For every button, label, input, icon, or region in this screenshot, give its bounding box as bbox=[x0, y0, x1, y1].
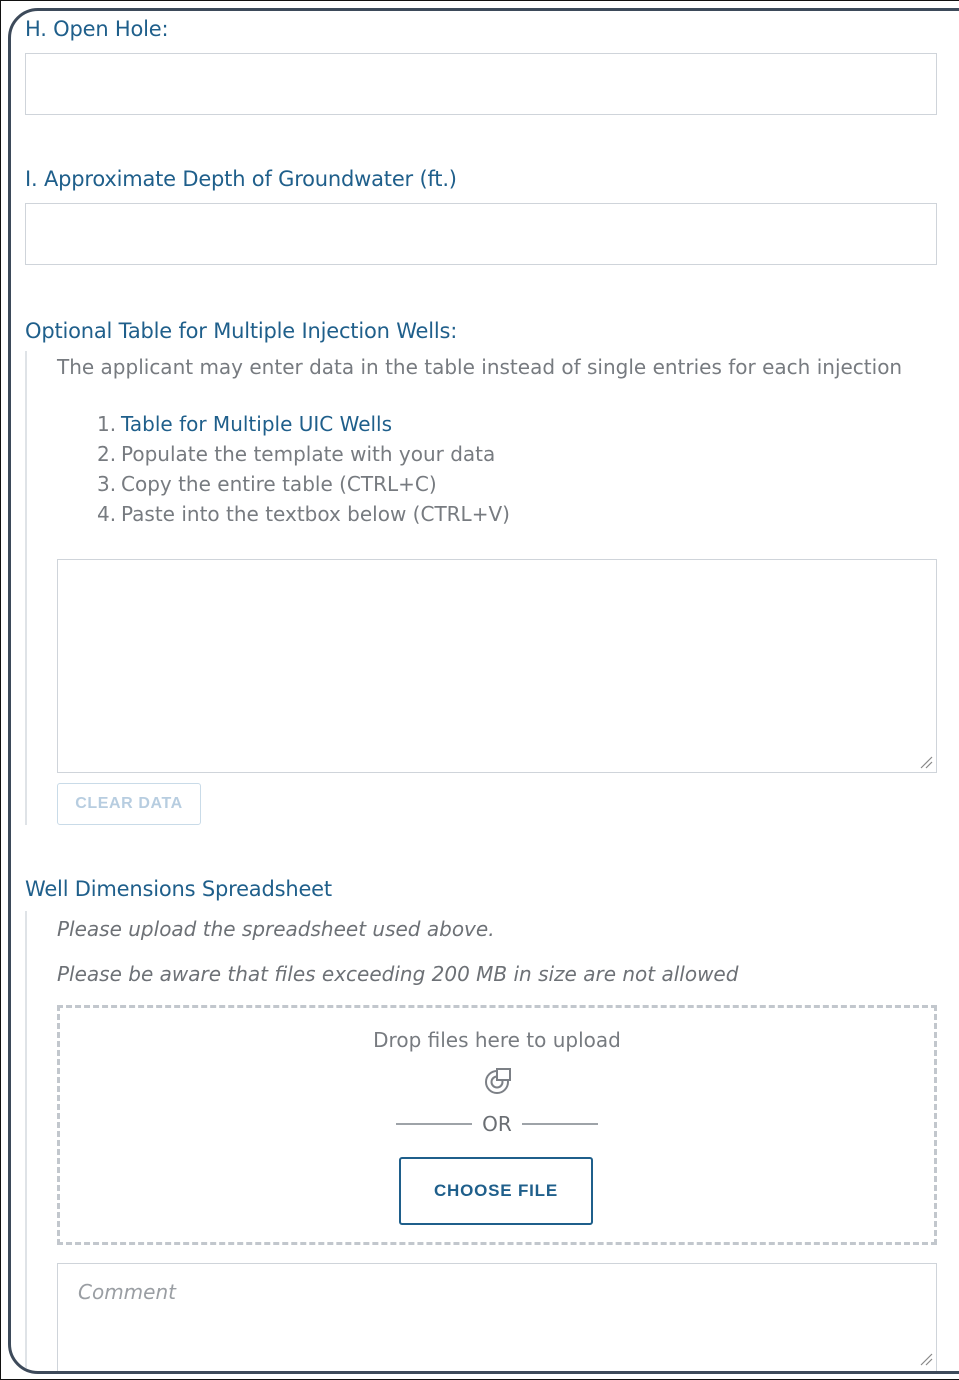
groundwater-depth-input[interactable] bbox=[25, 203, 937, 265]
or-line-left bbox=[396, 1123, 473, 1125]
step-number: 3. bbox=[97, 472, 117, 496]
or-line-right bbox=[521, 1123, 598, 1125]
resize-handle-icon[interactable] bbox=[919, 1352, 933, 1366]
open-hole-label: H. Open Hole: bbox=[25, 17, 169, 41]
step-number: 2. bbox=[97, 442, 117, 466]
choose-file-button[interactable]: CHOOSE FILE bbox=[399, 1157, 593, 1225]
instruction-step-3: 3. Copy the entire table (CTRL+C) bbox=[97, 469, 510, 499]
file-dropzone[interactable]: Drop files here to upload OR CHOOSE FILE bbox=[57, 1005, 937, 1245]
or-divider: OR bbox=[60, 1112, 934, 1136]
optional-table-description: The applicant may enter data in the tabl… bbox=[57, 355, 903, 379]
multiple-wells-textarea[interactable] bbox=[57, 559, 937, 773]
instruction-step-1: 1. Table for Multiple UIC Wells bbox=[97, 409, 510, 439]
open-hole-input[interactable] bbox=[25, 53, 937, 115]
step-text: Copy the entire table (CTRL+C) bbox=[121, 472, 437, 496]
comment-textarea[interactable]: Comment bbox=[57, 1263, 937, 1371]
step-text: Populate the template with your data bbox=[121, 442, 496, 466]
upload-cloud-icon bbox=[485, 1068, 511, 1094]
optional-table-title: Optional Table for Multiple Injection We… bbox=[25, 319, 458, 343]
resize-handle-icon[interactable] bbox=[919, 755, 933, 769]
dropzone-text: Drop files here to upload bbox=[373, 1028, 621, 1052]
instruction-step-4: 4. Paste into the textbox below (CTRL+V) bbox=[97, 499, 510, 529]
instructions-list: 1. Table for Multiple UIC Wells 2. Populat… bbox=[97, 409, 510, 529]
instruction-step-2: 2. Populate the template with your data bbox=[97, 439, 510, 469]
clear-data-button[interactable]: CLEAR DATA bbox=[57, 783, 201, 825]
uic-wells-table-link[interactable]: Table for Multiple UIC Wells bbox=[121, 412, 392, 436]
groundwater-depth-label: I. Approximate Depth of Groundwater (ft.… bbox=[25, 167, 457, 191]
step-number: 1. bbox=[97, 412, 117, 436]
or-text: OR bbox=[482, 1112, 512, 1136]
optional-table-section-bar bbox=[25, 351, 27, 825]
file-size-note: Please be aware that files exceeding 200… bbox=[57, 962, 739, 986]
step-number: 4. bbox=[97, 502, 117, 526]
spreadsheet-section-bar bbox=[25, 911, 27, 1371]
spreadsheet-title: Well Dimensions Spreadsheet bbox=[25, 877, 332, 901]
step-text: Paste into the textbox below (CTRL+V) bbox=[121, 502, 510, 526]
upload-note: Please upload the spreadsheet used above… bbox=[57, 917, 495, 941]
form-panel: H. Open Hole: I. Approximate Depth of Gr… bbox=[8, 8, 959, 1374]
comment-placeholder: Comment bbox=[78, 1280, 176, 1304]
